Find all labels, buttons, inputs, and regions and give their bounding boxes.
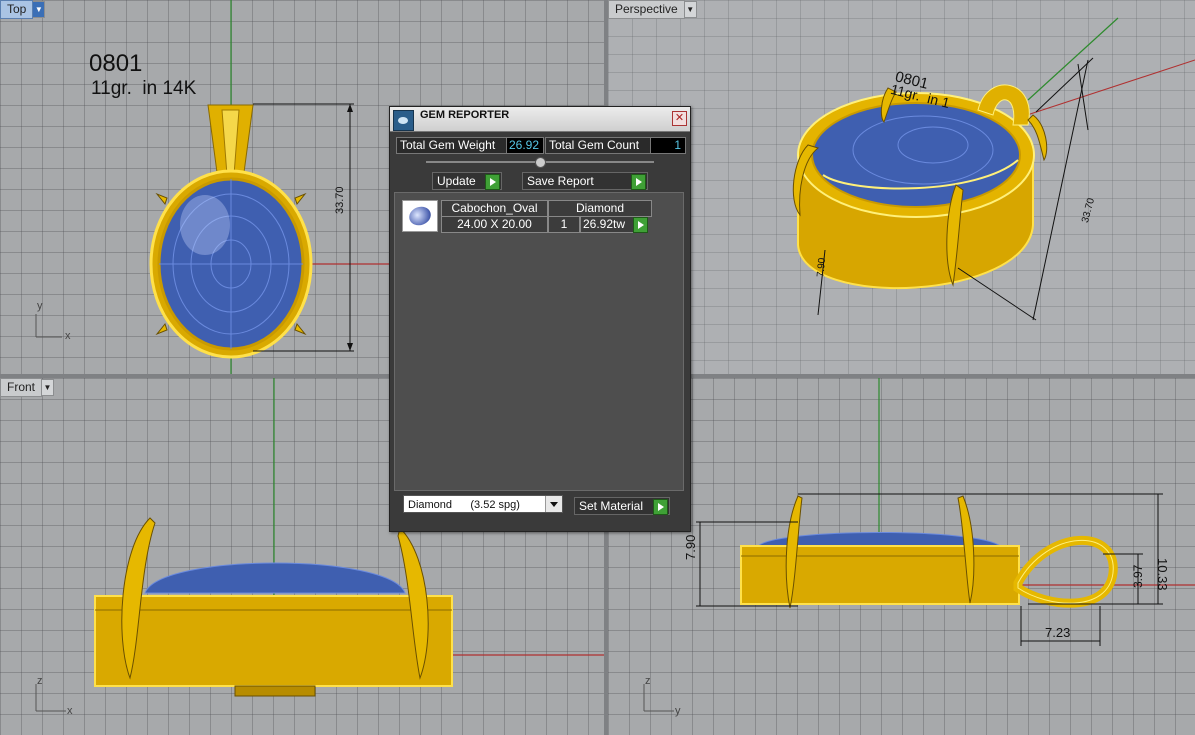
chevron-down-icon[interactable]: ▼ (42, 379, 55, 396)
total-gem-weight-label: Total Gem Weight (396, 137, 509, 154)
dimension-label: 7.90 (815, 257, 829, 278)
annotation-id: 0801 (89, 50, 143, 77)
save-report-label: Save Report (527, 174, 594, 188)
axis-y-label: y (675, 705, 681, 717)
gem-list[interactable]: Cabochon_Oval Diamond 24.00 X 20.00 1 26… (394, 192, 684, 491)
save-report-button[interactable]: Save Report (522, 172, 648, 190)
play-icon[interactable] (631, 174, 646, 190)
material-select[interactable]: Diamond (3.52 spg) (403, 495, 563, 513)
viewport-front-title[interactable]: Front ▼ (0, 378, 55, 397)
gem-weight: 26.92tw (580, 216, 634, 233)
dimension-label: 10.33 (1155, 558, 1170, 591)
gem-reporter-titlebar[interactable]: GEM REPORTER ✕ (390, 107, 690, 132)
viewport-right[interactable]: 7.90 10.33 3.97 7.23 y z (608, 378, 1195, 735)
gem-cut: Cabochon_Oval (441, 200, 548, 217)
update-button-label: Update (437, 174, 476, 188)
chevron-down-icon[interactable] (545, 496, 562, 512)
axis-z-label: z (645, 675, 651, 687)
axis-y-label: y (37, 300, 43, 312)
close-icon[interactable]: ✕ (672, 111, 687, 126)
total-gem-weight-value: 26.92 (506, 137, 544, 154)
gem-material: Diamond (548, 200, 652, 217)
gem-reporter-window: GEM REPORTER ✕ Total Gem Weight 26.92 To… (389, 106, 691, 532)
dimension-label: 7.23 (1045, 625, 1071, 640)
chevron-down-icon[interactable]: ▼ (33, 1, 46, 18)
set-material-button[interactable]: Set Material (574, 497, 670, 515)
update-button[interactable]: Update (432, 172, 502, 190)
gem-size: 24.00 X 20.00 (441, 216, 548, 233)
app-logo-icon (393, 110, 414, 131)
gem-thumbnail-icon (402, 200, 438, 232)
dimension-label: 7.90 (683, 534, 698, 560)
size-slider-handle[interactable] (535, 157, 546, 168)
material-select-value: Diamond (3.52 spg) (408, 499, 520, 511)
set-material-label: Set Material (579, 499, 644, 513)
axis-x-label: x (67, 705, 73, 717)
window-title: GEM REPORTER (420, 109, 510, 121)
perspective-view-model (792, 17, 1195, 321)
gem-count: 1 (548, 216, 580, 233)
axis-x-label: x (65, 330, 71, 342)
annotation-weight: 11gr. in 14K (91, 78, 197, 99)
dimension-label: 33.70 (334, 186, 346, 214)
play-icon[interactable] (633, 217, 648, 233)
total-gem-count-value: 1 (650, 137, 686, 154)
viewport-top-title[interactable]: Top ▼ (0, 0, 46, 19)
viewport-perspective-title[interactable]: Perspective ▼ (608, 0, 697, 19)
viewport-label[interactable]: Front (0, 378, 43, 397)
total-gem-count-label: Total Gem Count (545, 137, 652, 154)
dimension-label: 3.97 (1131, 564, 1145, 588)
viewport-label[interactable]: Top (0, 0, 34, 19)
play-icon[interactable] (485, 174, 500, 190)
axis-z-label: z (37, 675, 43, 687)
chevron-down-icon[interactable]: ▼ (684, 1, 697, 18)
viewport-perspective[interactable]: Perspective ▼ 0801 11gr. in 1 33.70 7.90 (608, 0, 1195, 374)
play-icon[interactable] (653, 499, 668, 515)
viewport-label[interactable]: Perspective (608, 0, 685, 19)
